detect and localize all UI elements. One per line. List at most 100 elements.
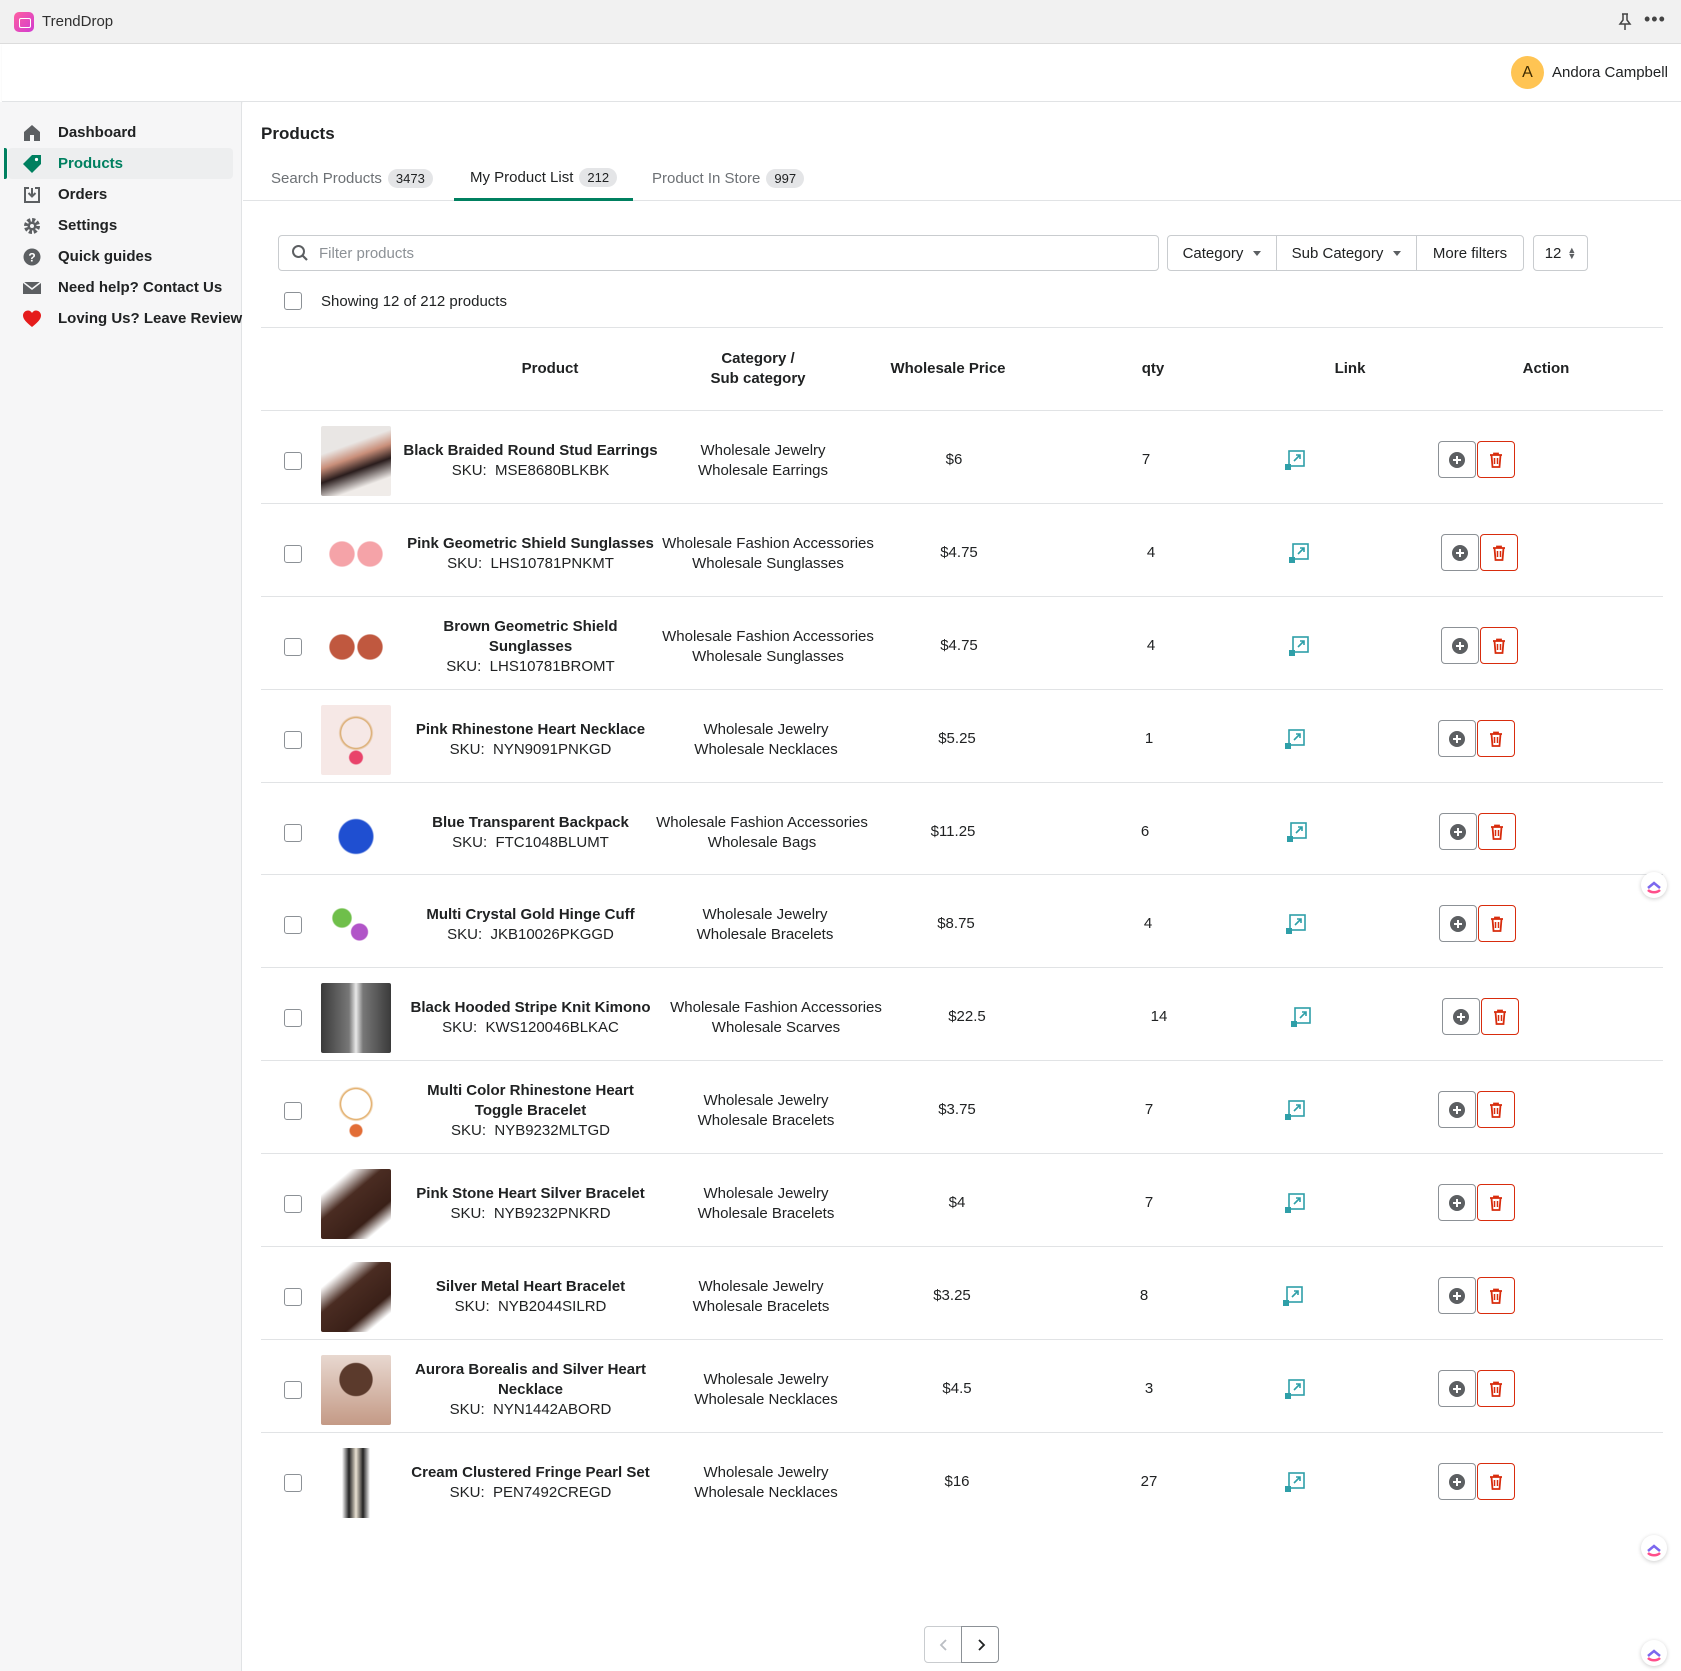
product-thumbnail[interactable]	[321, 1355, 391, 1425]
external-link-icon[interactable]	[1290, 1006, 1312, 1028]
previous-page-button[interactable]	[924, 1626, 962, 1663]
row-checkbox[interactable]	[284, 1102, 302, 1120]
product-name[interactable]: Multi Color Rhinestone Heart Toggle Brac…	[403, 1081, 658, 1121]
delete-product-button[interactable]	[1480, 627, 1518, 664]
row-checkbox[interactable]	[284, 452, 302, 470]
external-link-icon[interactable]	[1284, 1192, 1306, 1214]
avatar[interactable]: A	[1511, 56, 1544, 89]
clickup-widget-icon[interactable]	[1641, 1535, 1667, 1561]
external-link-icon[interactable]	[1286, 821, 1308, 843]
external-link-icon[interactable]	[1288, 542, 1310, 564]
sub-category-filter-button[interactable]: Sub Category	[1276, 235, 1417, 271]
add-to-store-button[interactable]	[1438, 1091, 1476, 1128]
delete-product-button[interactable]	[1477, 1091, 1515, 1128]
product-name[interactable]: Pink Stone Heart Silver Bracelet	[416, 1184, 644, 1204]
row-checkbox[interactable]	[284, 916, 302, 934]
delete-product-button[interactable]	[1477, 1463, 1515, 1500]
product-name[interactable]: Aurora Borealis and Silver Heart Necklac…	[403, 1360, 658, 1400]
sidebar-item-dashboard[interactable]: Dashboard	[8, 117, 233, 148]
product-thumbnail[interactable]	[321, 890, 391, 960]
more-filters-button[interactable]: More filters	[1416, 235, 1524, 271]
delete-product-button[interactable]	[1481, 998, 1519, 1035]
row-checkbox[interactable]	[284, 824, 302, 842]
external-link-icon[interactable]	[1285, 913, 1307, 935]
product-thumbnail[interactable]	[321, 1076, 391, 1146]
external-link-icon[interactable]	[1288, 635, 1310, 657]
add-to-store-button[interactable]	[1441, 627, 1479, 664]
product-thumbnail[interactable]	[321, 612, 391, 682]
per-page-select[interactable]: 12 ▲ ▼	[1533, 235, 1588, 271]
external-link-icon[interactable]	[1284, 1378, 1306, 1400]
sidebar-item-contact[interactable]: Need help? Contact Us	[8, 272, 233, 303]
delete-product-button[interactable]	[1477, 720, 1515, 757]
product-name[interactable]: Black Braided Round Stud Earrings	[403, 441, 657, 461]
filter-products-input[interactable]	[319, 237, 1149, 269]
product-sku: SKU: MSE8680BLKBK	[452, 461, 610, 481]
sku-prefix: SKU:	[452, 834, 488, 851]
add-to-store-button[interactable]	[1438, 441, 1476, 478]
external-link-icon[interactable]	[1284, 449, 1306, 471]
product-name[interactable]: Pink Geometric Shield Sunglasses	[407, 534, 654, 554]
row-checkbox[interactable]	[284, 1474, 302, 1492]
product-thumbnail[interactable]	[321, 983, 391, 1053]
more-options-icon[interactable]: •••	[1644, 10, 1665, 32]
product-name[interactable]: Blue Transparent Backpack	[432, 813, 629, 833]
sidebar-item-products[interactable]: Products	[4, 148, 233, 179]
next-page-button[interactable]	[961, 1626, 999, 1663]
product-thumbnail[interactable]	[321, 426, 391, 496]
product-name[interactable]: Pink Rhinestone Heart Necklace	[416, 720, 645, 740]
product-name[interactable]: Cream Clustered Fringe Pearl Set	[411, 1463, 649, 1483]
sidebar-item-settings[interactable]: Settings	[8, 210, 233, 241]
tab-my-product-list[interactable]: My Product List 212	[454, 156, 634, 201]
product-thumbnail[interactable]	[321, 1169, 391, 1239]
external-link-icon[interactable]	[1284, 728, 1306, 750]
product-name[interactable]: Brown Geometric Shield Sunglasses	[403, 617, 658, 657]
product-thumbnail[interactable]	[321, 1448, 391, 1518]
row-checkbox[interactable]	[284, 1288, 302, 1306]
external-link-icon[interactable]	[1284, 1471, 1306, 1493]
row-checkbox[interactable]	[284, 1381, 302, 1399]
sidebar-item-review[interactable]: Loving Us? Leave Review	[8, 303, 242, 334]
product-name[interactable]: Multi Crystal Gold Hinge Cuff	[426, 905, 634, 925]
delete-product-button[interactable]	[1477, 441, 1515, 478]
row-checkbox[interactable]	[284, 638, 302, 656]
row-checkbox[interactable]	[284, 731, 302, 749]
category-filter-button[interactable]: Category	[1167, 235, 1277, 271]
add-to-store-button[interactable]	[1438, 1277, 1476, 1314]
pin-icon[interactable]	[1617, 12, 1633, 32]
sidebar-item-orders[interactable]: Orders	[8, 179, 233, 210]
tab-search-products[interactable]: Search Products 3473	[255, 156, 449, 201]
add-to-store-button[interactable]	[1441, 534, 1479, 571]
tab-product-in-store[interactable]: Product In Store 997	[636, 156, 820, 201]
clickup-widget-icon[interactable]	[1641, 872, 1667, 898]
delete-product-button[interactable]	[1477, 1277, 1515, 1314]
row-checkbox[interactable]	[284, 1009, 302, 1027]
add-to-store-button[interactable]	[1442, 998, 1480, 1035]
product-thumbnail[interactable]	[321, 1262, 391, 1332]
add-to-store-button[interactable]	[1439, 905, 1477, 942]
delete-product-button[interactable]	[1480, 534, 1518, 571]
product-name[interactable]: Black Hooded Stripe Knit Kimono	[410, 998, 650, 1018]
clickup-widget-icon[interactable]	[1641, 1640, 1667, 1666]
user-name[interactable]: Andora Campbell	[1552, 64, 1668, 81]
delete-product-button[interactable]	[1478, 905, 1516, 942]
add-to-store-button[interactable]	[1438, 720, 1476, 757]
row-checkbox[interactable]	[284, 1195, 302, 1213]
add-to-store-button[interactable]	[1439, 813, 1477, 850]
delete-product-button[interactable]	[1478, 813, 1516, 850]
select-all-checkbox[interactable]	[284, 292, 302, 310]
chevron-right-icon	[978, 1639, 986, 1651]
delete-product-button[interactable]	[1477, 1370, 1515, 1407]
add-to-store-button[interactable]	[1438, 1463, 1476, 1500]
product-name[interactable]: Silver Metal Heart Bracelet	[436, 1277, 625, 1297]
external-link-icon[interactable]	[1284, 1099, 1306, 1121]
product-thumbnail[interactable]	[321, 519, 391, 589]
add-to-store-button[interactable]	[1438, 1370, 1476, 1407]
product-thumbnail[interactable]	[321, 798, 391, 868]
sidebar-item-quick-guides[interactable]: ? Quick guides	[8, 241, 233, 272]
delete-product-button[interactable]	[1477, 1184, 1515, 1221]
external-link-icon[interactable]	[1282, 1285, 1304, 1307]
product-thumbnail[interactable]	[321, 705, 391, 775]
add-to-store-button[interactable]	[1438, 1184, 1476, 1221]
row-checkbox[interactable]	[284, 545, 302, 563]
